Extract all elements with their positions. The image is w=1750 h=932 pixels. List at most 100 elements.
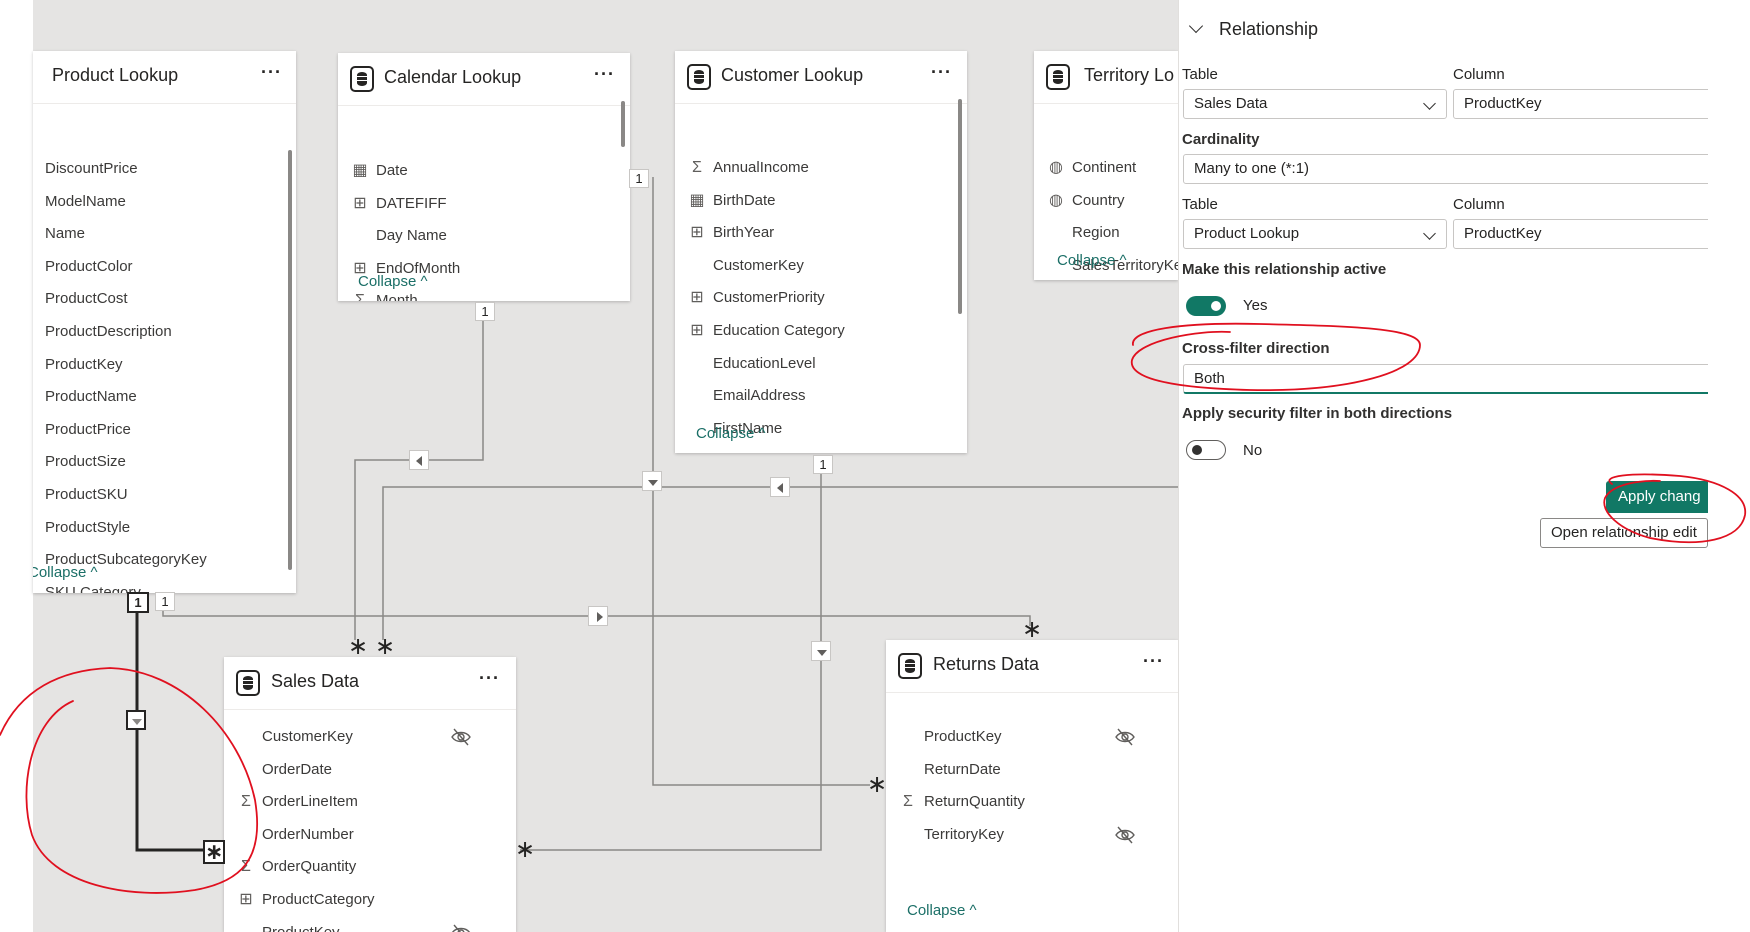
field-row[interactable]: ⊞ DATEFIFF [353, 188, 446, 220]
table2-dropdown[interactable]: Product Lookup [1183, 219, 1447, 249]
field-row[interactable]: EmailAddress [713, 380, 806, 412]
field-row[interactable]: ProductCost [45, 283, 128, 315]
field-row[interactable]: ▦ BirthDate [689, 185, 775, 217]
collapse-link[interactable]: Collapse ^ [33, 564, 98, 581]
field-name: ProductPrice [45, 420, 131, 438]
field-row[interactable]: ⊞ Education Category [690, 315, 844, 347]
table-header[interactable]: Calendar Lookup ··· [338, 53, 630, 105]
table-card-customer-lookup[interactable]: Customer Lookup ··· Σ AnnualIncome ▦ BirthD… [675, 51, 967, 453]
table-title: Territory Lo [1084, 65, 1175, 85]
column1-value: ProductKey [1464, 95, 1542, 112]
cardinality-one-marker-selected: 1 [127, 592, 149, 613]
field-row[interactable]: ProductSize [45, 446, 126, 478]
field-name: Continent [1072, 159, 1137, 176]
field-row[interactable]: Day Name [376, 220, 447, 252]
table-header[interactable]: Returns Data ··· [886, 640, 1178, 692]
field-row[interactable]: ProductColor [45, 251, 133, 283]
field-row[interactable]: ModelName [45, 186, 126, 218]
field-name: Region [1072, 224, 1120, 242]
divider [338, 105, 630, 106]
table-header[interactable]: Product Lookup ··· [33, 51, 296, 103]
field-row[interactable]: Name [45, 218, 85, 250]
field-row[interactable]: CustomerKey [713, 250, 804, 282]
active-toggle[interactable] [1186, 296, 1226, 316]
collapse-label: Collapse [358, 273, 417, 290]
field-row[interactable]: ◍ Country [1049, 185, 1125, 217]
security-label: Apply security filter in both directions [1182, 405, 1453, 422]
field-row[interactable]: ▦ Date [352, 155, 407, 187]
chevron-down-icon[interactable] [1188, 18, 1204, 34]
table-header[interactable]: Customer Lookup ··· [675, 51, 967, 103]
field-row[interactable]: ProductDescription [45, 316, 172, 348]
field-name: TerritoryKey [924, 825, 1005, 843]
field-row[interactable]: ◍ Continent [1049, 152, 1137, 184]
scrollbar[interactable] [621, 101, 625, 147]
chevron-down-icon [1423, 227, 1436, 240]
cardinality-many-marker: ∗ [1022, 616, 1043, 643]
field-row[interactable]: ⊞ BirthYear [690, 217, 774, 249]
more-options-icon[interactable]: ··· [1143, 651, 1164, 672]
field-row[interactable]: Σ AnnualIncome [692, 152, 809, 184]
field-name: Full Name [713, 452, 781, 453]
field-row[interactable]: Σ ReturnQuantity [903, 786, 1025, 818]
apply-changes-button[interactable]: Apply chang [1606, 481, 1708, 513]
field-row[interactable]: Σ OrderLineItem [241, 786, 358, 818]
column2-value: ProductKey [1464, 225, 1542, 242]
table-card-sales-data[interactable]: Sales Data ··· CustomerKey OrderDate Σ Orde… [224, 657, 516, 932]
field-row[interactable]: OrderNumber [262, 819, 354, 851]
security-toggle[interactable] [1186, 440, 1226, 460]
more-options-icon[interactable]: ··· [594, 64, 615, 85]
column1-label: Column [1453, 66, 1505, 83]
field-row[interactable]: ⊞ CustomerPriority [690, 282, 824, 314]
table1-dropdown[interactable]: Sales Data [1183, 89, 1447, 119]
field-row[interactable]: TerritoryKey [924, 819, 1004, 851]
table-icon [350, 66, 374, 92]
collapse-link[interactable]: Collapse ^ [696, 425, 766, 442]
divider [1034, 103, 1178, 104]
scrollbar[interactable] [288, 150, 292, 570]
table-card-returns-data[interactable]: Returns Data ··· ProductKey ReturnDate Σ Re… [886, 640, 1178, 932]
hidden-eye-icon[interactable] [1114, 824, 1136, 846]
table-card-calendar-lookup[interactable]: Calendar Lookup ··· ▦ Date ⊞ DATEFIFF Day Na… [338, 53, 630, 301]
field-row[interactable]: ⊞ ProductCategory [239, 884, 374, 916]
field-row[interactable]: OrderDate [262, 754, 332, 786]
field-row[interactable]: ProductPrice [45, 414, 131, 446]
field-row[interactable]: DiscountPrice [45, 153, 138, 185]
scrollbar[interactable] [958, 99, 962, 314]
field-row[interactable]: ProductName [45, 381, 137, 413]
table-card-territory-lookup[interactable]: Territory Lo ◍ Continent ◍ Country Region Sal… [1034, 51, 1178, 280]
table-header[interactable]: Sales Data ··· [224, 657, 516, 709]
table-header[interactable]: Territory Lo [1034, 51, 1178, 103]
table-title: Sales Data [271, 671, 360, 691]
crossfilter-dropdown[interactable]: Both [1183, 364, 1708, 394]
column2-dropdown[interactable]: ProductKey [1453, 219, 1708, 249]
field-name: EmailAddress [713, 387, 806, 405]
hidden-eye-icon[interactable] [450, 922, 472, 932]
field-row[interactable]: ReturnDate [924, 754, 1001, 786]
divider [886, 692, 1178, 693]
field-row[interactable]: Region [1072, 217, 1120, 249]
field-row[interactable]: Full Name [713, 445, 781, 453]
hidden-eye-icon[interactable] [1114, 726, 1136, 748]
collapse-link[interactable]: Collapse ^ [1057, 252, 1127, 269]
field-row[interactable]: EducationLevel [713, 348, 816, 380]
cardinality-dropdown[interactable]: Many to one (*:1) [1183, 154, 1708, 184]
field-row[interactable]: Σ OrderQuantity [241, 851, 356, 883]
collapse-link[interactable]: Collapse ^ [358, 273, 428, 290]
collapse-link[interactable]: Collapse ^ [907, 902, 977, 919]
more-options-icon[interactable]: ··· [261, 62, 282, 83]
field-row[interactable]: ProductKey [262, 917, 340, 932]
panel-header[interactable]: Relationship [1219, 19, 1318, 40]
field-row[interactable]: ProductSKU [45, 479, 128, 511]
more-options-icon[interactable]: ··· [931, 62, 952, 83]
column1-dropdown[interactable]: ProductKey [1453, 89, 1708, 119]
hidden-eye-icon[interactable] [450, 726, 472, 748]
field-row[interactable]: CustomerKey [262, 721, 353, 753]
field-row[interactable]: ProductKey [45, 349, 123, 381]
more-options-icon[interactable]: ··· [479, 668, 500, 689]
field-row[interactable]: ProductKey [924, 721, 1002, 753]
field-name: ProductColor [45, 257, 133, 275]
open-relationship-editor-button[interactable]: Open relationship edit [1540, 518, 1708, 548]
field-row[interactable]: ProductStyle [45, 512, 130, 544]
table-card-product-lookup[interactable]: Product Lookup ··· DiscountPrice ModelNam… [33, 51, 296, 593]
